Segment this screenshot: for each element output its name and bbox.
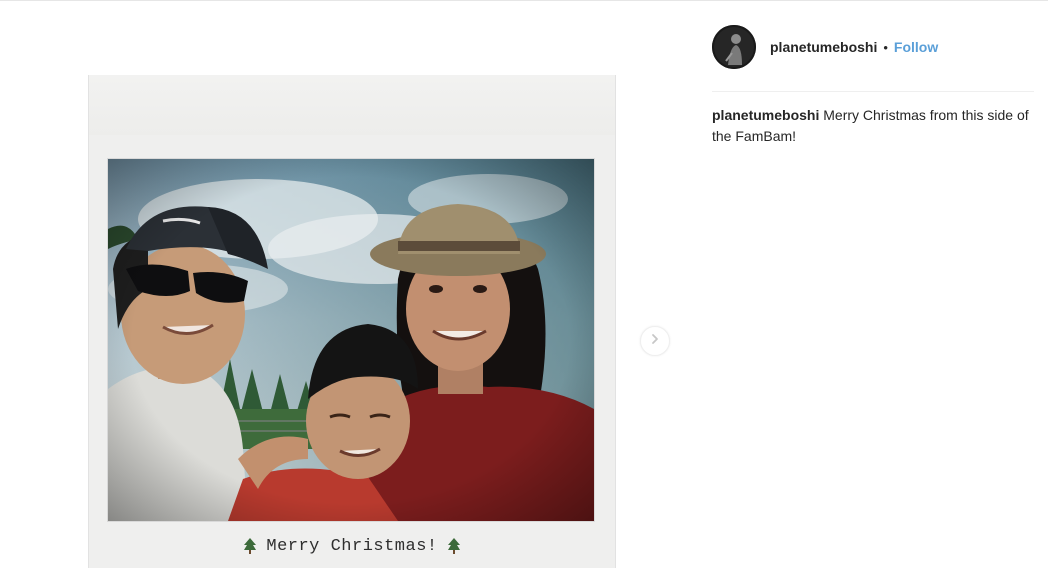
caption-username[interactable]: planetumeboshi (712, 107, 819, 123)
post-frame: Merry Christmas! planetumeboshi • Follow… (0, 0, 1048, 568)
card-caption-text: Merry Christmas! (266, 536, 438, 556)
post-sidebar: planetumeboshi • Follow planetumeboshi M… (700, 1, 1048, 568)
chevron-right-icon (650, 332, 660, 350)
next-media-button[interactable] (640, 326, 670, 356)
post-caption: planetumeboshi Merry Christmas from this… (712, 105, 1030, 147)
post-header: planetumeboshi • Follow (712, 25, 938, 69)
family-photo (107, 158, 595, 522)
card-caption: Merry Christmas! (89, 524, 615, 568)
avatar[interactable] (712, 25, 756, 69)
header-divider (712, 91, 1034, 92)
separator-dot: • (883, 39, 888, 55)
christmas-tree-icon (447, 538, 460, 554)
post-media[interactable]: Merry Christmas! (88, 75, 616, 568)
card-paper-top (89, 75, 615, 135)
post-username[interactable]: planetumeboshi (770, 39, 877, 55)
christmas-tree-icon (244, 538, 257, 554)
follow-button[interactable]: Follow (894, 39, 938, 55)
